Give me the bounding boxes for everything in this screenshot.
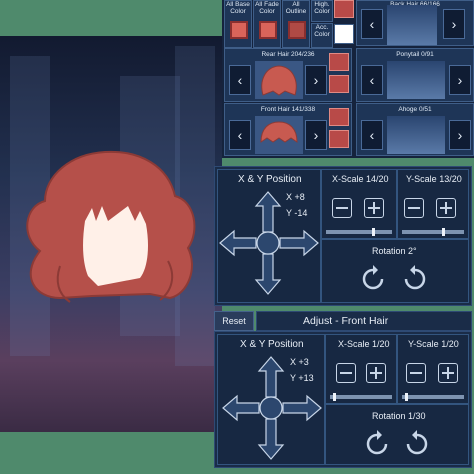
slider-knob[interactable] — [442, 228, 446, 236]
minus-icon[interactable] — [336, 363, 356, 383]
right-arrow-icon[interactable]: › — [305, 65, 327, 95]
minus-icon[interactable] — [406, 363, 426, 383]
back-hair-selector: Back Hair 66/166 ‹ › — [356, 0, 474, 46]
rotation-section: Rotation 1/30 — [325, 404, 469, 465]
rotate-ccw-icon[interactable] — [362, 429, 392, 459]
plus-icon[interactable] — [436, 198, 456, 218]
face-shape — [83, 206, 148, 286]
plus-icon[interactable] — [364, 198, 384, 218]
x-scale-label: X-Scale 14/20 — [332, 174, 389, 184]
slider-knob[interactable] — [333, 393, 337, 401]
left-arrow-icon[interactable]: ‹ — [361, 65, 383, 95]
color-swatch — [259, 21, 277, 39]
button-label: All Fade Color — [255, 1, 279, 15]
right-arrow-icon[interactable]: › — [449, 120, 471, 150]
adjust-header: Adjust - Front Hair — [256, 311, 472, 331]
y-scale-section: Y-Scale 13/20 — [397, 169, 469, 239]
hair-catalog-panel: All Base Color All Fade Color All Outlin… — [222, 0, 474, 158]
front-hair-selector: Front Hair 141/338 ‹ › — [224, 103, 352, 156]
plus-icon[interactable] — [366, 363, 386, 383]
ponytail-selector: Ponytail 0/91 ‹ › — [356, 48, 474, 102]
white-swatch-button[interactable] — [334, 24, 354, 44]
left-arrow-icon[interactable]: ‹ — [229, 65, 251, 95]
left-arrow-icon[interactable]: ‹ — [361, 120, 383, 150]
back-hair-thumbnail — [387, 5, 437, 45]
y-scale-label: Y-Scale 13/20 — [406, 174, 462, 184]
minus-icon[interactable] — [332, 198, 352, 218]
all-base-color-button[interactable]: All Base Color — [224, 0, 252, 48]
rear-hair-selector: Rear Hair 204/236 ‹ › — [224, 48, 352, 102]
button-label: High. Color — [314, 1, 330, 15]
front-hair-thumbnail — [255, 116, 303, 154]
red-swatch-button[interactable] — [334, 0, 354, 18]
y-scale-slider[interactable] — [402, 393, 464, 401]
arrow-head — [373, 265, 378, 275]
arrow-shapes — [219, 191, 319, 295]
y-scale-section: Y-Scale 1/20 — [397, 334, 469, 404]
arrow-head — [412, 430, 417, 440]
all-fade-color-button[interactable]: All Fade Color — [253, 0, 281, 48]
ahoge-thumbnail — [387, 116, 445, 154]
right-arrow-icon[interactable]: › — [305, 120, 327, 150]
y-scale-label: Y-Scale 1/20 — [408, 339, 459, 349]
left-arrow-icon[interactable]: ‹ — [361, 9, 383, 39]
rotation-section: Rotation 2° — [321, 239, 469, 303]
xy-position-label: X & Y Position — [238, 174, 302, 185]
slider-knob[interactable] — [372, 228, 376, 236]
x-scale-section: X-Scale 14/20 — [321, 169, 397, 239]
color-button[interactable] — [329, 53, 349, 71]
acc-color-button[interactable]: Acc. Color — [311, 23, 333, 48]
button-label: All Base Color — [226, 1, 250, 15]
x-scale-section: X-Scale 1/20 — [325, 334, 397, 404]
character-preview — [0, 36, 222, 432]
rotate-cw-icon[interactable] — [400, 264, 430, 294]
right-arrow-icon[interactable]: › — [443, 9, 465, 39]
arrow-shapes — [222, 356, 322, 460]
y-scale-slider[interactable] — [402, 228, 464, 236]
arrow-head — [377, 430, 382, 440]
adjust-title: Adjust - Front Hair — [303, 315, 389, 327]
xy-position-label: X & Y Position — [240, 339, 304, 350]
rotate-ccw-icon[interactable] — [358, 264, 388, 294]
hair-preview — [26, 150, 196, 303]
plus-icon[interactable] — [438, 363, 458, 383]
button-label: All Outline — [285, 1, 307, 15]
color-button[interactable] — [329, 130, 349, 148]
selector-title: Ponytail 0/91 — [396, 51, 434, 58]
adjust-panel-back: X & Y Position X +8 Y -14 X-Scale 14/20 … — [214, 166, 472, 306]
rotation-label: Rotation 1/30 — [372, 411, 426, 421]
adjust-panel-front: X & Y Position X +3 Y +13 X-Scale 1/20 Y… — [214, 331, 472, 468]
xy-position-section: X & Y Position X +8 Y -14 — [217, 169, 321, 303]
right-arrow-icon[interactable]: › — [449, 65, 471, 95]
minus-icon[interactable] — [404, 198, 424, 218]
color-swatch — [230, 21, 248, 39]
arrow-head — [410, 265, 415, 275]
ahoge-selector: Ahoge 0/51 ‹ › — [356, 103, 474, 156]
rotation-label: Rotation 2° — [372, 246, 417, 256]
left-arrow-icon[interactable]: ‹ — [229, 120, 251, 150]
four-way-arrows-icon[interactable] — [220, 355, 324, 461]
color-button[interactable] — [329, 75, 349, 93]
xy-position-section: X & Y Position X +3 Y +13 — [217, 334, 325, 465]
rotate-cw-icon[interactable] — [402, 429, 432, 459]
selector-title: Ahoge 0/51 — [398, 106, 432, 113]
high-color-button[interactable]: High. Color — [311, 0, 333, 22]
four-way-arrows-icon[interactable] — [218, 190, 320, 296]
color-button[interactable] — [329, 108, 349, 126]
ponytail-thumbnail — [387, 61, 445, 99]
all-outline-button[interactable]: All Outline — [282, 0, 310, 48]
x-scale-slider[interactable] — [330, 393, 392, 401]
reset-button[interactable]: Reset — [214, 311, 254, 331]
x-scale-label: X-Scale 1/20 — [338, 339, 390, 349]
slider-knob[interactable] — [405, 393, 409, 401]
button-label: Acc. Color — [314, 24, 330, 38]
color-swatch — [288, 21, 306, 39]
rear-hair-thumbnail — [255, 61, 303, 99]
x-scale-slider[interactable] — [326, 228, 392, 236]
